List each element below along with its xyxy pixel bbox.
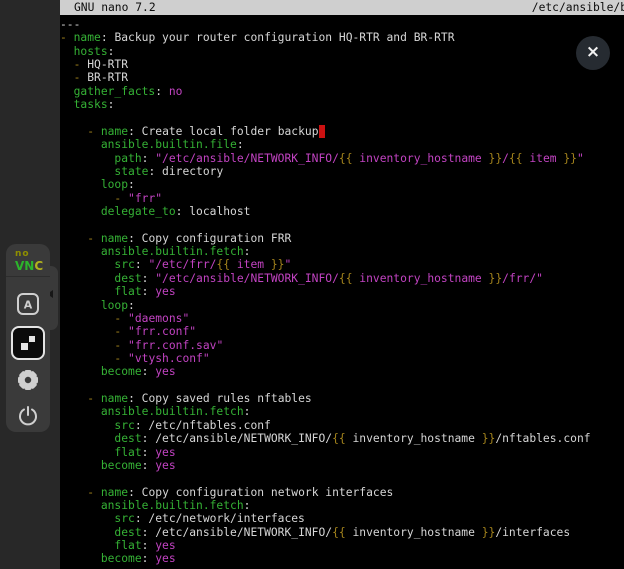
- code-line: loop:: [60, 178, 624, 191]
- code-line: delegate_to: localhost: [60, 205, 624, 218]
- code-line: [60, 472, 624, 485]
- code-line: flat: yes: [60, 285, 624, 298]
- close-icon: ×: [586, 44, 600, 61]
- code-line: [60, 379, 624, 392]
- code-line: - BR-RTR: [60, 71, 624, 84]
- power-icon: [16, 404, 40, 428]
- code-line: hosts:: [60, 45, 624, 58]
- close-button[interactable]: ×: [576, 36, 610, 70]
- code-line: - "frr": [60, 192, 624, 205]
- code-line: ansible.builtin.fetch:: [60, 499, 624, 512]
- novnc-logo-no: no: [15, 250, 50, 259]
- terminal-window: GNU nano 7.2 /etc/ansible/b ---- name: B…: [60, 0, 624, 569]
- code-line: - name: Backup your router configuration…: [60, 31, 624, 44]
- code-line: - "daemons": [60, 312, 624, 325]
- settings-button[interactable]: [14, 366, 42, 394]
- power-button[interactable]: [14, 402, 42, 430]
- novnc-logo: no VNC: [6, 244, 50, 277]
- code-line: dest: "/etc/ansible/NETWORK_INFO/{{ inve…: [60, 272, 624, 285]
- nano-titlebar: GNU nano 7.2 /etc/ansible/b: [60, 0, 624, 15]
- code-line: dest: /etc/ansible/NETWORK_INFO/{{ inven…: [60, 526, 624, 539]
- code-line: path: "/etc/ansible/NETWORK_INFO/{{ inve…: [60, 152, 624, 165]
- code-line: ansible.builtin.fetch:: [60, 405, 624, 418]
- code-line: flat: yes: [60, 446, 624, 459]
- editor-area[interactable]: ---- name: Backup your router configurat…: [60, 15, 624, 566]
- keyboard-icon: A: [16, 292, 40, 316]
- code-line: become: yes: [60, 552, 624, 565]
- code-line: - name: Copy configuration FRR: [60, 232, 624, 245]
- code-line: gather_facts: no: [60, 85, 624, 98]
- code-line: [60, 112, 624, 125]
- code-line: - "frr.conf": [60, 325, 624, 338]
- vnc-sidebar: no VNC A: [0, 0, 60, 569]
- svg-text:A: A: [24, 299, 33, 312]
- text-cursor: [319, 125, 326, 138]
- code-line: tasks:: [60, 98, 624, 111]
- fullscreen-icon: [18, 333, 38, 353]
- fullscreen-button[interactable]: [11, 326, 45, 360]
- code-line: - HQ-RTR: [60, 58, 624, 71]
- code-line: - "vtysh.conf": [60, 352, 624, 365]
- novnc-control-bar: no VNC A: [6, 244, 50, 432]
- nano-title: GNU nano 7.2: [74, 0, 156, 15]
- code-line: state: directory: [60, 165, 624, 178]
- code-line: - name: Copy configuration network inter…: [60, 486, 624, 499]
- code-line: ansible.builtin.file:: [60, 138, 624, 151]
- keyboard-button[interactable]: A: [14, 290, 42, 318]
- code-line: become: yes: [60, 459, 624, 472]
- code-line: ---: [60, 18, 624, 31]
- code-line: src: /etc/nftables.conf: [60, 419, 624, 432]
- code-line: ansible.builtin.fetch:: [60, 245, 624, 258]
- code-line: loop:: [60, 299, 624, 312]
- code-line: src: "/etc/frr/{{ item }}": [60, 258, 624, 271]
- gear-icon: [16, 368, 40, 392]
- code-line: flat: yes: [60, 539, 624, 552]
- code-line: [60, 218, 624, 231]
- code-line: - "frr.conf.sav": [60, 339, 624, 352]
- novnc-logo-vnc: VNC: [15, 260, 50, 272]
- code-line: - name: Copy saved rules nftables: [60, 392, 624, 405]
- code-line: become: yes: [60, 365, 624, 378]
- nano-filename: /etc/ansible/b: [532, 0, 624, 15]
- code-line: - name: Create local folder backup: [60, 125, 624, 138]
- code-line: dest: /etc/ansible/NETWORK_INFO/{{ inven…: [60, 432, 624, 445]
- code-line: src: /etc/network/interfaces: [60, 512, 624, 525]
